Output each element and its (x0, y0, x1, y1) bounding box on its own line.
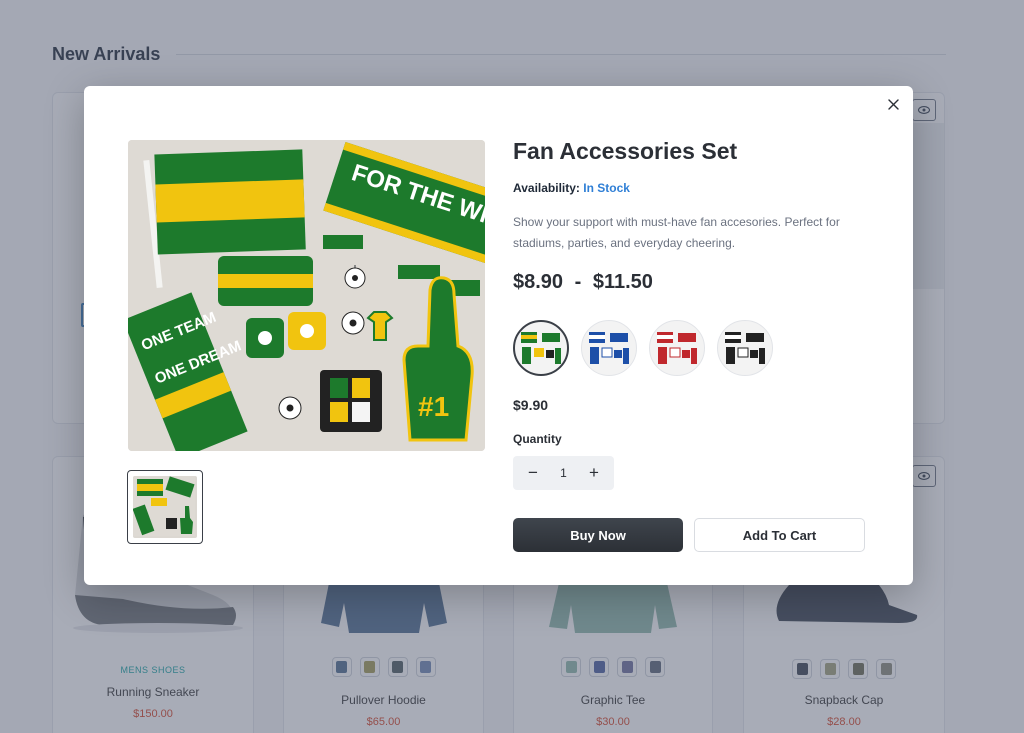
thumbnail-image (133, 476, 195, 536)
variant-option-black-white[interactable] (717, 320, 773, 376)
variant-thumb-green (521, 332, 561, 364)
add-to-cart-button[interactable]: Add To Cart (694, 518, 865, 552)
price-min: $8.90 (513, 271, 564, 293)
variant-option-green-yellow[interactable] (513, 320, 569, 376)
foam-finger-text: #1 (418, 391, 449, 422)
variant-thumb-black (725, 332, 765, 364)
quick-view-modal: FOR THE WIN ONE TEAM ONE DREAM #1 Fan Ac… (84, 86, 913, 585)
product-description: Show your support with must-have fan acc… (513, 215, 840, 250)
variant-selector (513, 320, 773, 376)
availability-status: In Stock (583, 181, 630, 195)
close-icon (887, 98, 899, 110)
product-main-image: FOR THE WIN ONE TEAM ONE DREAM #1 (128, 140, 485, 451)
quantity-label: Quantity (513, 432, 562, 446)
price-max: $11.50 (592, 271, 653, 293)
quantity-input[interactable] (548, 466, 579, 480)
image-thumbnail[interactable] (127, 470, 203, 544)
close-button[interactable] (883, 94, 903, 114)
selected-price: $9.90 (513, 397, 549, 413)
availability-label: Availability: (513, 181, 580, 195)
availability: Availability: In Stock (513, 181, 630, 195)
decrease-quantity-button[interactable]: − (523, 463, 543, 483)
product-title: Fan Accessories Set (513, 138, 738, 164)
variant-option-blue-white[interactable] (581, 320, 637, 376)
variant-thumb-red (657, 332, 697, 364)
variant-thumb-blue (589, 332, 629, 364)
price-separator: - (574, 271, 582, 293)
price-range: $8.90 - $11.50 (513, 271, 653, 294)
increase-quantity-button[interactable]: + (584, 463, 604, 483)
variant-option-red-white[interactable] (649, 320, 705, 376)
quantity-stepper: − + (513, 456, 614, 490)
buy-now-button[interactable]: Buy Now (513, 518, 683, 552)
